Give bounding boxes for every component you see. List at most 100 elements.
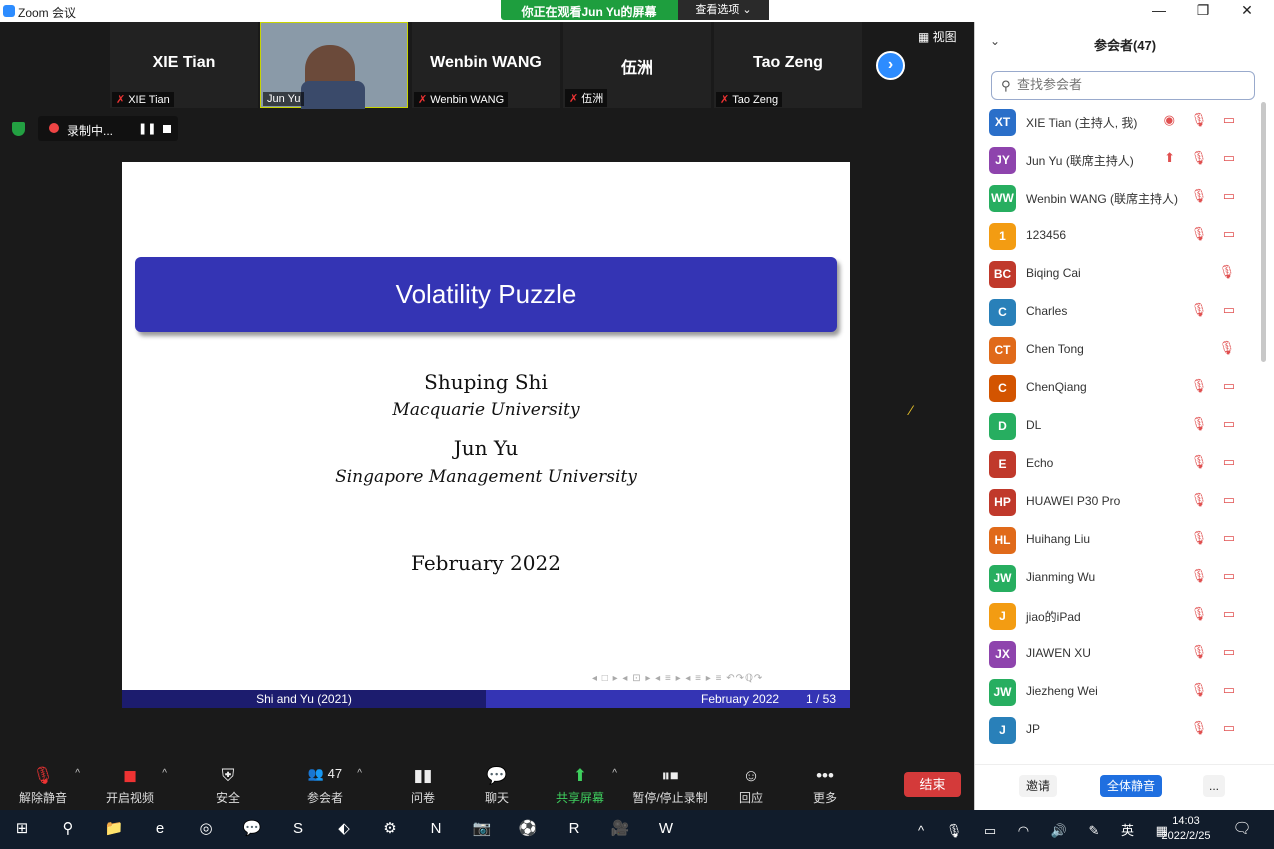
clock[interactable]: 14:03 2022/2/25 (1154, 814, 1218, 844)
taskbar-camera-icon[interactable]: 📷 (470, 818, 494, 840)
participant-list: XT XIE Tian (主持人, 我) ◉ 🎙 ▭ JY Jun Yu (联席主持人)… (975, 102, 1265, 754)
participant-row[interactable]: JY Jun Yu (联席主持人) ⬆ 🎙 ▭ (975, 140, 1265, 178)
participant-status-icon[interactable]: 🎙 ▭ (1191, 226, 1241, 242)
participant-status-icon[interactable]: 🎙 ▭ (1191, 416, 1241, 432)
participant-row[interactable]: 1 123456 🎙 ▭ (975, 216, 1265, 254)
mute-all-button[interactable]: 全体静音 (1100, 775, 1162, 797)
notification-icon[interactable]: 🗨 (1230, 818, 1254, 840)
taskbar-search-icon[interactable]: ⚲ (56, 818, 80, 840)
participants-button[interactable]: 👥 47 参会者 ^ (290, 766, 362, 806)
search-input[interactable] (1017, 77, 1247, 92)
avatar: CT (989, 337, 1016, 364)
video-thumb[interactable]: Tao Zeng ✗ Tao Zeng (714, 22, 862, 108)
participant-row[interactable]: D DL 🎙 ▭ (975, 406, 1265, 444)
participant-row[interactable]: JX JIAWEN XU 🎙 ▭ (975, 634, 1265, 672)
minimize-button[interactable]: — (1144, 2, 1174, 20)
chevron-up-icon[interactable]: ^ (162, 768, 167, 779)
end-meeting-button[interactable]: 结束 (904, 772, 961, 797)
polls-button[interactable]: ▮▮ 问卷 (388, 766, 458, 806)
taskbar-game-icon[interactable]: ⚽ (516, 818, 540, 840)
participant-row[interactable]: XT XIE Tian (主持人, 我) ◉ 🎙 ▭ (975, 102, 1265, 140)
taskbar-app-icon[interactable]: ⚙ (378, 818, 402, 840)
view-button[interactable]: ▦ 视图 (918, 28, 957, 45)
taskbar-matlab-icon[interactable]: ⬖ (332, 818, 356, 840)
taskbar-explorer-icon[interactable]: 📁 (102, 818, 126, 840)
unmute-button[interactable]: 🎙 解除静音 ^ (8, 766, 80, 806)
participant-row[interactable]: HP HUAWEI P30 Pro 🎙 ▭ (975, 482, 1265, 520)
taskbar-zoom-icon[interactable]: 🎥 (608, 818, 632, 840)
banner-text: 你正在观看Jun Yu的屏幕 (521, 5, 657, 19)
chat-icon: 💬 (486, 766, 508, 785)
invite-button[interactable]: 邀请 (1019, 775, 1057, 797)
shield-icon: ⛨ (221, 766, 235, 785)
system-tray[interactable]: ^ 🎙 ▭ ◠ 🔊 ✎ 英 ▦ (918, 820, 1177, 839)
participant-row[interactable]: BC Biqing Cai 🎙 (975, 254, 1265, 292)
participant-search[interactable]: ⚲ (991, 71, 1255, 100)
participant-status-icon[interactable]: 🎙 (1218, 264, 1241, 280)
scrollbar[interactable] (1261, 102, 1266, 362)
taskbar-wechat-icon[interactable]: 💬 (240, 818, 264, 840)
start-video-button[interactable]: ◼ 开启视频 ^ (95, 766, 167, 806)
avatar: JW (989, 679, 1016, 706)
participant-status-icon[interactable]: ⬆ 🎙 ▭ (1164, 150, 1241, 166)
participant-name: Wenbin WANG (联席主持人) (1026, 192, 1179, 206)
participant-status-icon[interactable]: 🎙 ▭ (1191, 188, 1241, 204)
video-thumb-active[interactable]: Jun Yu (260, 22, 408, 109)
chat-button[interactable]: 💬 聊天 (462, 766, 532, 806)
participant-row[interactable]: Jjiao的iPad 🎙 ▭ (975, 596, 1265, 634)
taskbar-chrome-icon[interactable]: ◎ (194, 818, 218, 840)
video-thumb[interactable]: Wenbin WANG ✗ Wenbin WANG (412, 22, 560, 108)
participant-row[interactable]: JW Jiezheng Wei 🎙 ▭ (975, 672, 1265, 710)
thumb-tag: Jun Yu (263, 92, 305, 106)
security-button[interactable]: ⛨ 安全 (193, 766, 263, 806)
video-thumb[interactable]: XIE Tian ✗ XIE Tian (110, 22, 258, 108)
participant-status-icon[interactable]: 🎙 ▭ (1191, 720, 1241, 736)
next-page-chevron-icon[interactable]: › (876, 51, 905, 80)
participant-status-icon[interactable]: 🎙 ▭ (1191, 378, 1241, 394)
beamer-nav-icons[interactable]: ◂ □ ▸ ◂ ⊡ ▸ ◂ ≡ ▸ ◂ ≡ ▸ ≡ ↶↷ℚ↷ (592, 673, 763, 684)
participant-row[interactable]: JW Jianming Wu 🎙 ▭ (975, 558, 1265, 596)
participant-row[interactable]: HL Huihang Liu 🎙 ▭ (975, 520, 1265, 558)
taskbar-start-icon[interactable]: ⊞ (10, 818, 34, 840)
chevron-up-icon[interactable]: ^ (612, 768, 617, 779)
pause-stop-recording-button[interactable]: ⏸⏹ 暂停/停止录制 (630, 766, 710, 806)
participant-row[interactable]: C Charles 🎙 ▭ (975, 292, 1265, 330)
close-button[interactable]: ✕ (1232, 2, 1262, 20)
taskbar-edge-icon[interactable]: e (148, 818, 172, 840)
chevron-up-icon[interactable]: ^ (357, 768, 362, 779)
reactions-button[interactable]: ☺ 回应 (716, 766, 786, 806)
participant-row[interactable]: WW Wenbin WANG (联席主持人) 🎙 ▭ (975, 178, 1265, 216)
participant-status-icon[interactable]: 🎙 (1218, 340, 1241, 356)
taskbar-r-icon[interactable]: R (562, 818, 586, 840)
thumb-tag-label: Wenbin WANG (430, 94, 505, 106)
more-options-button[interactable]: ... (1203, 775, 1225, 797)
taskbar-skype-icon[interactable]: S (286, 818, 310, 840)
participant-status-icon[interactable]: 🎙 ▭ (1191, 568, 1241, 584)
participant-row[interactable]: CT Chen Tong 🎙 (975, 330, 1265, 368)
pause-recording-button[interactable]: ❚❚ (138, 122, 156, 135)
slide-affiliation-2: Singapore Management University (335, 467, 637, 487)
more-button[interactable]: ••• 更多 (790, 766, 860, 806)
participant-status-icon[interactable]: 🎙 ▭ (1191, 682, 1241, 698)
taskbar-word-icon[interactable]: W (654, 818, 678, 840)
participant-status-icon[interactable]: 🎙 ▭ (1191, 606, 1241, 622)
view-options-button[interactable]: 查看选项 ⌄ (678, 0, 769, 20)
video-thumb[interactable]: 伍洲 ✗ 伍洲 (563, 22, 711, 108)
participant-status-icon[interactable]: 🎙 ▭ (1191, 530, 1241, 546)
stop-recording-button[interactable] (163, 125, 171, 133)
participant-row[interactable]: C ChenQiang 🎙 ▭ (975, 368, 1265, 406)
participant-row[interactable]: E Echo 🎙 ▭ (975, 444, 1265, 482)
participant-status-icon[interactable]: 🎙 ▭ (1191, 302, 1241, 318)
security-shield-icon[interactable] (12, 122, 25, 136)
share-screen-button[interactable]: ⬆ 共享屏幕 ^ (545, 766, 617, 806)
participant-status-icon[interactable]: 🎙 ▭ (1191, 492, 1241, 508)
participant-status-icon[interactable]: 🎙 ▭ (1191, 644, 1241, 660)
participant-row[interactable]: J JP 🎙 ▭ (975, 710, 1265, 748)
taskbar-onenote-icon[interactable]: N (424, 818, 448, 840)
participant-status-icon[interactable]: ◉ 🎙 ▭ (1164, 112, 1241, 128)
participant-name: Chen Tong (1026, 342, 1084, 356)
restore-button[interactable]: ❐ (1188, 2, 1218, 20)
slide-affiliation-1: Macquarie University (392, 400, 580, 420)
participant-status-icon[interactable]: 🎙 ▭ (1191, 454, 1241, 470)
chevron-up-icon[interactable]: ^ (75, 768, 80, 779)
